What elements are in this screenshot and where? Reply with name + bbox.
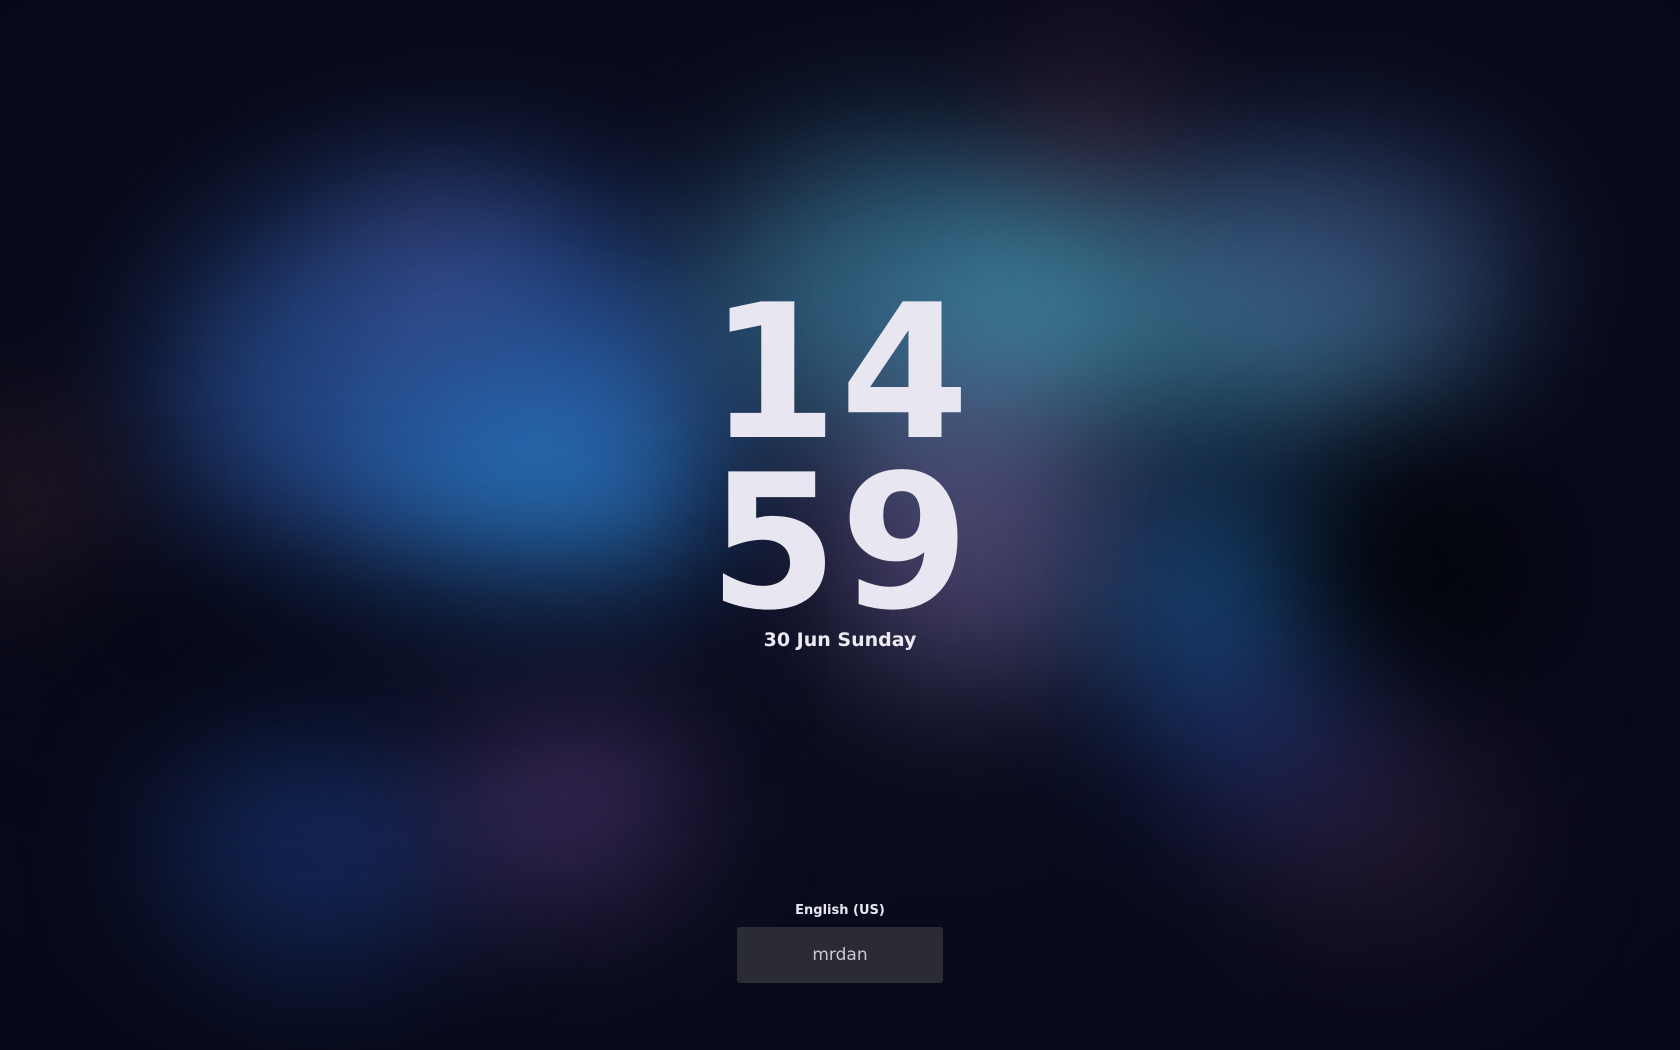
date-label: 30 Jun Sunday xyxy=(763,629,917,651)
keyboard-layout-indicator[interactable]: English (US) xyxy=(0,903,1680,918)
username-field[interactable] xyxy=(737,927,943,983)
clock-minutes: 59 xyxy=(708,434,972,651)
lock-screen: 14 59 30 Jun Sunday English (US) xyxy=(0,0,1680,1050)
